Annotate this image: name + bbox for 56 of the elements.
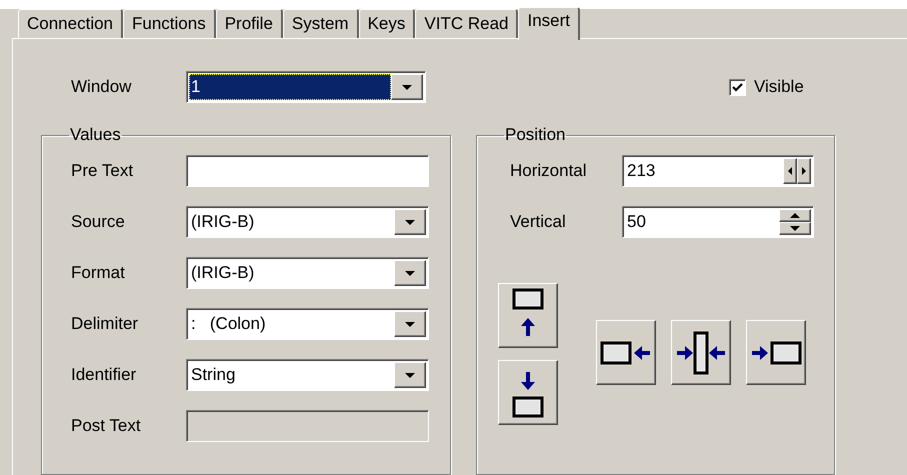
down-triangle-icon [405,220,415,224]
down-triangle-icon [790,226,800,231]
dropdown-field[interactable]: : (Colon) [186,308,429,340]
dropdown-button[interactable] [391,74,423,100]
tab[interactable]: System [282,9,359,38]
down-triangle-icon [405,372,415,378]
left-triangle-icon [788,167,792,175]
dropdown-field[interactable]: String [186,359,429,391]
field-label: Source [71,212,126,232]
dropdown-field[interactable]: (IRIG-B) [186,257,429,289]
right-triangle-icon [802,167,806,175]
group-title: Position [504,125,566,145]
field-label: Post Text [71,416,142,436]
spin-up-button[interactable] [779,209,811,222]
checkmark-icon [732,82,743,92]
down-triangle-icon [405,270,415,276]
field-label: Horizontal [510,161,588,181]
align-center-button[interactable] [671,320,731,385]
tab[interactable]: Keys [358,9,416,38]
dropdown-button[interactable] [394,209,426,235]
right-arrow-box-icon [750,338,802,366]
window-label: Window [71,77,132,97]
field-label: Identifier [71,365,138,385]
down-triangle-icon [402,84,412,90]
window-dropdown[interactable]: 1 [186,71,426,103]
up-triangle-icon [790,213,800,218]
text-field[interactable] [186,155,429,187]
visible-label: Visible [754,77,804,97]
box-left-arrow-icon [600,338,652,366]
tab[interactable]: Functions [123,9,216,38]
field-label: Delimiter [71,314,140,334]
checkbox[interactable] [729,78,746,96]
down-triangle-icon [405,322,415,326]
align-right-button[interactable] [746,320,806,385]
dropdown-field[interactable]: (IRIG-B) [186,206,429,238]
align-top-button[interactable] [498,283,558,348]
spin-left-button[interactable] [783,158,797,184]
group-title: Values [69,125,122,145]
visible-checkbox[interactable]: Visible [729,77,804,97]
field-label: Format [71,263,126,283]
field-label: Vertical [510,212,567,232]
dropdown-button[interactable] [394,311,426,337]
field-label: Pre Text [71,161,134,181]
dropdown-button[interactable] [394,260,426,286]
bar-inward-arrows-icon [675,330,727,374]
dropdown-button[interactable] [394,362,426,388]
tab[interactable]: Profile [216,9,283,38]
align-left-button[interactable] [596,320,656,385]
spin-right-button[interactable] [797,158,811,184]
spin-down-button[interactable] [779,222,811,235]
align-bottom-button[interactable] [498,360,558,425]
tab[interactable]: Connection [18,9,124,38]
tab[interactable]: Insert [518,7,580,40]
spinner-field[interactable]: 213 [622,155,814,187]
spinner-field[interactable]: 50 [622,206,814,238]
tab[interactable]: VITC Read [415,9,518,38]
